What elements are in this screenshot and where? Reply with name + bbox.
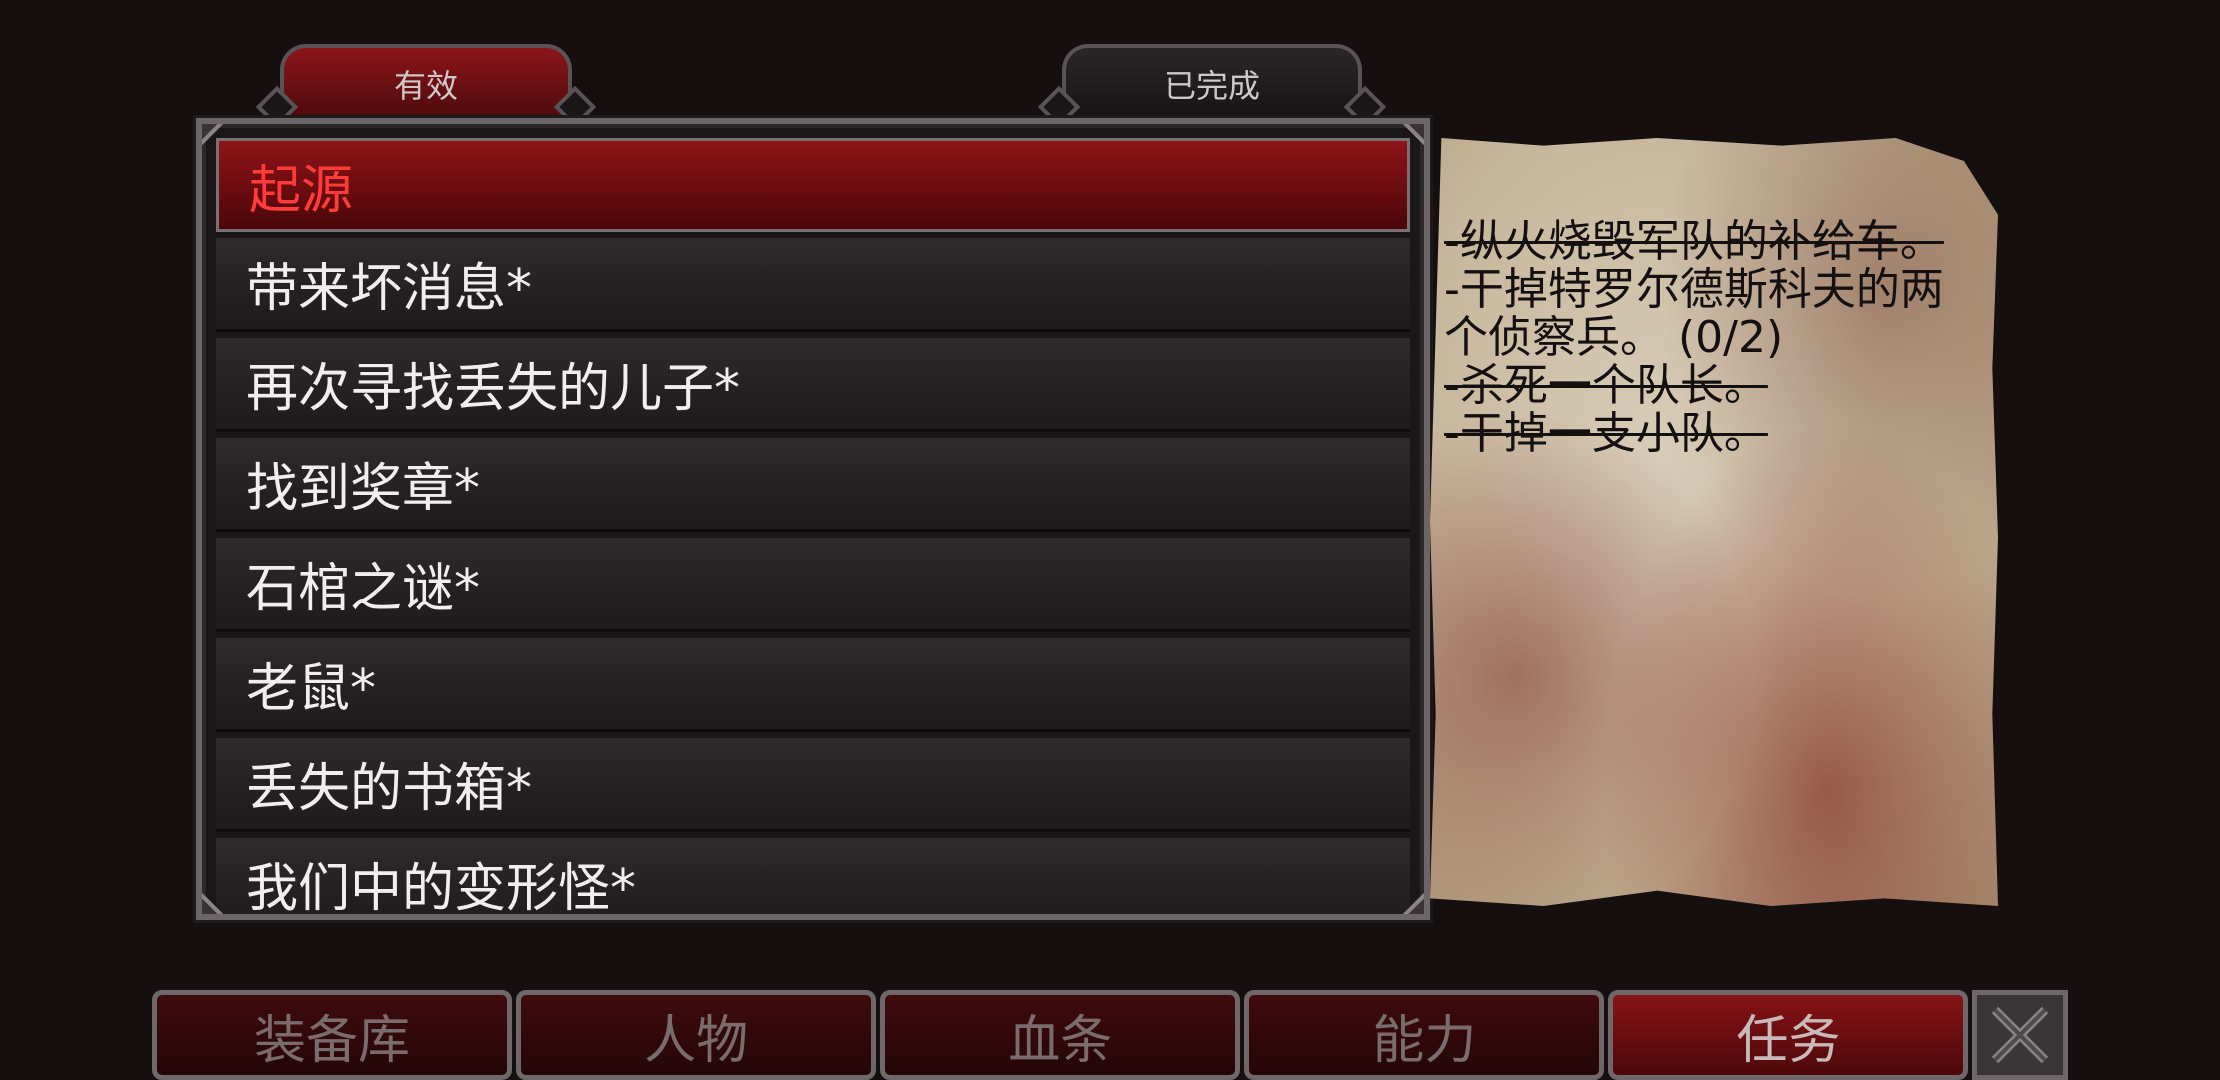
bottom-menu-bar: 装备库 人物 血条 能力 任务	[152, 990, 2068, 1080]
quest-item[interactable]: 我们中的变形怪*	[216, 838, 1410, 914]
menu-button-label: 血条	[1008, 1010, 1113, 1071]
close-x-icon	[1992, 1006, 2049, 1064]
menu-button-health[interactable]: 血条	[880, 990, 1241, 1080]
quest-item[interactable]: 再次寻找丢失的儿子*	[216, 338, 1410, 432]
tab-active[interactable]: 有效	[280, 44, 572, 120]
quest-list[interactable]: 起源 带来坏消息* 再次寻找丢失的儿子* 找到奖章* 石棺之谜* 老鼠* 丢失的…	[216, 138, 1410, 914]
quest-item-label: 再次寻找丢失的儿子*	[246, 359, 741, 419]
quest-item-label: 我们中的变形怪*	[246, 859, 637, 914]
menu-button-quests[interactable]: 任务	[1608, 990, 1969, 1080]
menu-button-label: 装备库	[254, 1010, 411, 1071]
quest-item[interactable]: 丢失的书箱*	[216, 738, 1410, 832]
menu-button-label: 人物	[644, 1010, 749, 1071]
objective-item-done: -纵火烧毁军队的补给车。	[1444, 216, 1944, 267]
close-button[interactable]	[1972, 990, 2068, 1080]
quest-item-label: 石棺之谜*	[246, 559, 481, 619]
menu-button-label: 能力	[1372, 1010, 1477, 1071]
quest-item[interactable]: 带来坏消息*	[216, 238, 1410, 332]
menu-button-character[interactable]: 人物	[516, 990, 877, 1080]
menu-button-abilities[interactable]: 能力	[1244, 990, 1605, 1080]
tab-active-label: 有效	[393, 67, 458, 105]
objective-list: -纵火烧毁军队的补给车。 -干掉特罗尔德斯科夫的两个侦察兵。 (0/2) -杀死…	[1444, 218, 1962, 458]
tab-completed[interactable]: 已完成	[1062, 44, 1362, 120]
objective-item-done: -杀死一个队长。	[1444, 360, 1768, 411]
tab-completed-label: 已完成	[1163, 67, 1260, 105]
quest-item-label: 丢失的书箱*	[246, 759, 533, 819]
quest-item-label: 老鼠*	[246, 659, 377, 719]
quest-item-label: 起源	[249, 160, 354, 221]
objective-item-done: -干掉一支小队。	[1444, 408, 1768, 459]
quest-item-label: 带来坏消息*	[246, 259, 533, 319]
quest-item-label: 找到奖章*	[246, 459, 481, 519]
menu-button-label: 任务	[1736, 1010, 1841, 1071]
quest-item[interactable]: 找到奖章*	[216, 438, 1410, 532]
quest-item[interactable]: 老鼠*	[216, 638, 1410, 732]
menu-button-inventory[interactable]: 装备库	[152, 990, 513, 1080]
quest-item-selected[interactable]: 起源	[216, 138, 1410, 232]
quest-item[interactable]: 石棺之谜*	[216, 538, 1410, 632]
quest-list-panel: 起源 带来坏消息* 再次寻找丢失的儿子* 找到奖章* 石棺之谜* 老鼠* 丢失的…	[196, 118, 1430, 920]
objective-item: -干掉特罗尔德斯科夫的两个侦察兵。 (0/2)	[1444, 264, 1944, 363]
quest-details-parchment: -纵火烧毁军队的补给车。 -干掉特罗尔德斯科夫的两个侦察兵。 (0/2) -杀死…	[1430, 138, 1998, 906]
